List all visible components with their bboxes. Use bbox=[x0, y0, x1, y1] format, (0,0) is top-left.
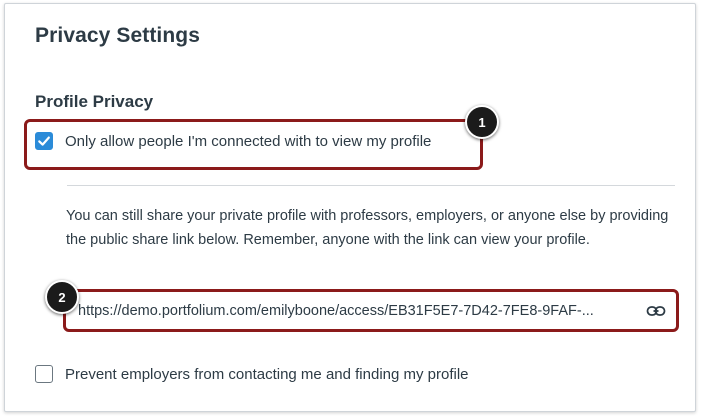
profile-privacy-heading: Profile Privacy bbox=[35, 92, 154, 111]
prevent-employers-label: Prevent employers from contacting me and… bbox=[65, 365, 469, 383]
connected-only-label: Only allow people I'm connected with to … bbox=[65, 132, 432, 150]
page-title: Privacy Settings bbox=[35, 24, 201, 47]
share-link-value[interactable]: https://demo.portfolium.com/emilyboone/a… bbox=[78, 303, 645, 319]
connected-only-option[interactable]: Only allow people I'm connected with to … bbox=[35, 132, 431, 150]
connected-only-checkbox[interactable] bbox=[35, 132, 53, 150]
checkmark-icon bbox=[38, 136, 50, 146]
section-divider bbox=[67, 185, 675, 186]
share-link-info-text: You can still share your private profile… bbox=[66, 208, 669, 248]
privacy-settings-panel: Privacy Settings Profile Privacy Only al… bbox=[4, 3, 696, 412]
prevent-employers-checkbox[interactable] bbox=[35, 365, 53, 383]
prevent-employers-option[interactable]: Prevent employers from contacting me and… bbox=[35, 365, 469, 383]
callout-badge-1: 1 bbox=[465, 105, 499, 139]
link-icon[interactable] bbox=[645, 300, 667, 322]
share-link-field[interactable]: https://demo.portfolium.com/emilyboone/a… bbox=[69, 295, 675, 327]
callout-badge-2: 2 bbox=[45, 280, 79, 314]
link-icon-graphic bbox=[646, 306, 666, 316]
